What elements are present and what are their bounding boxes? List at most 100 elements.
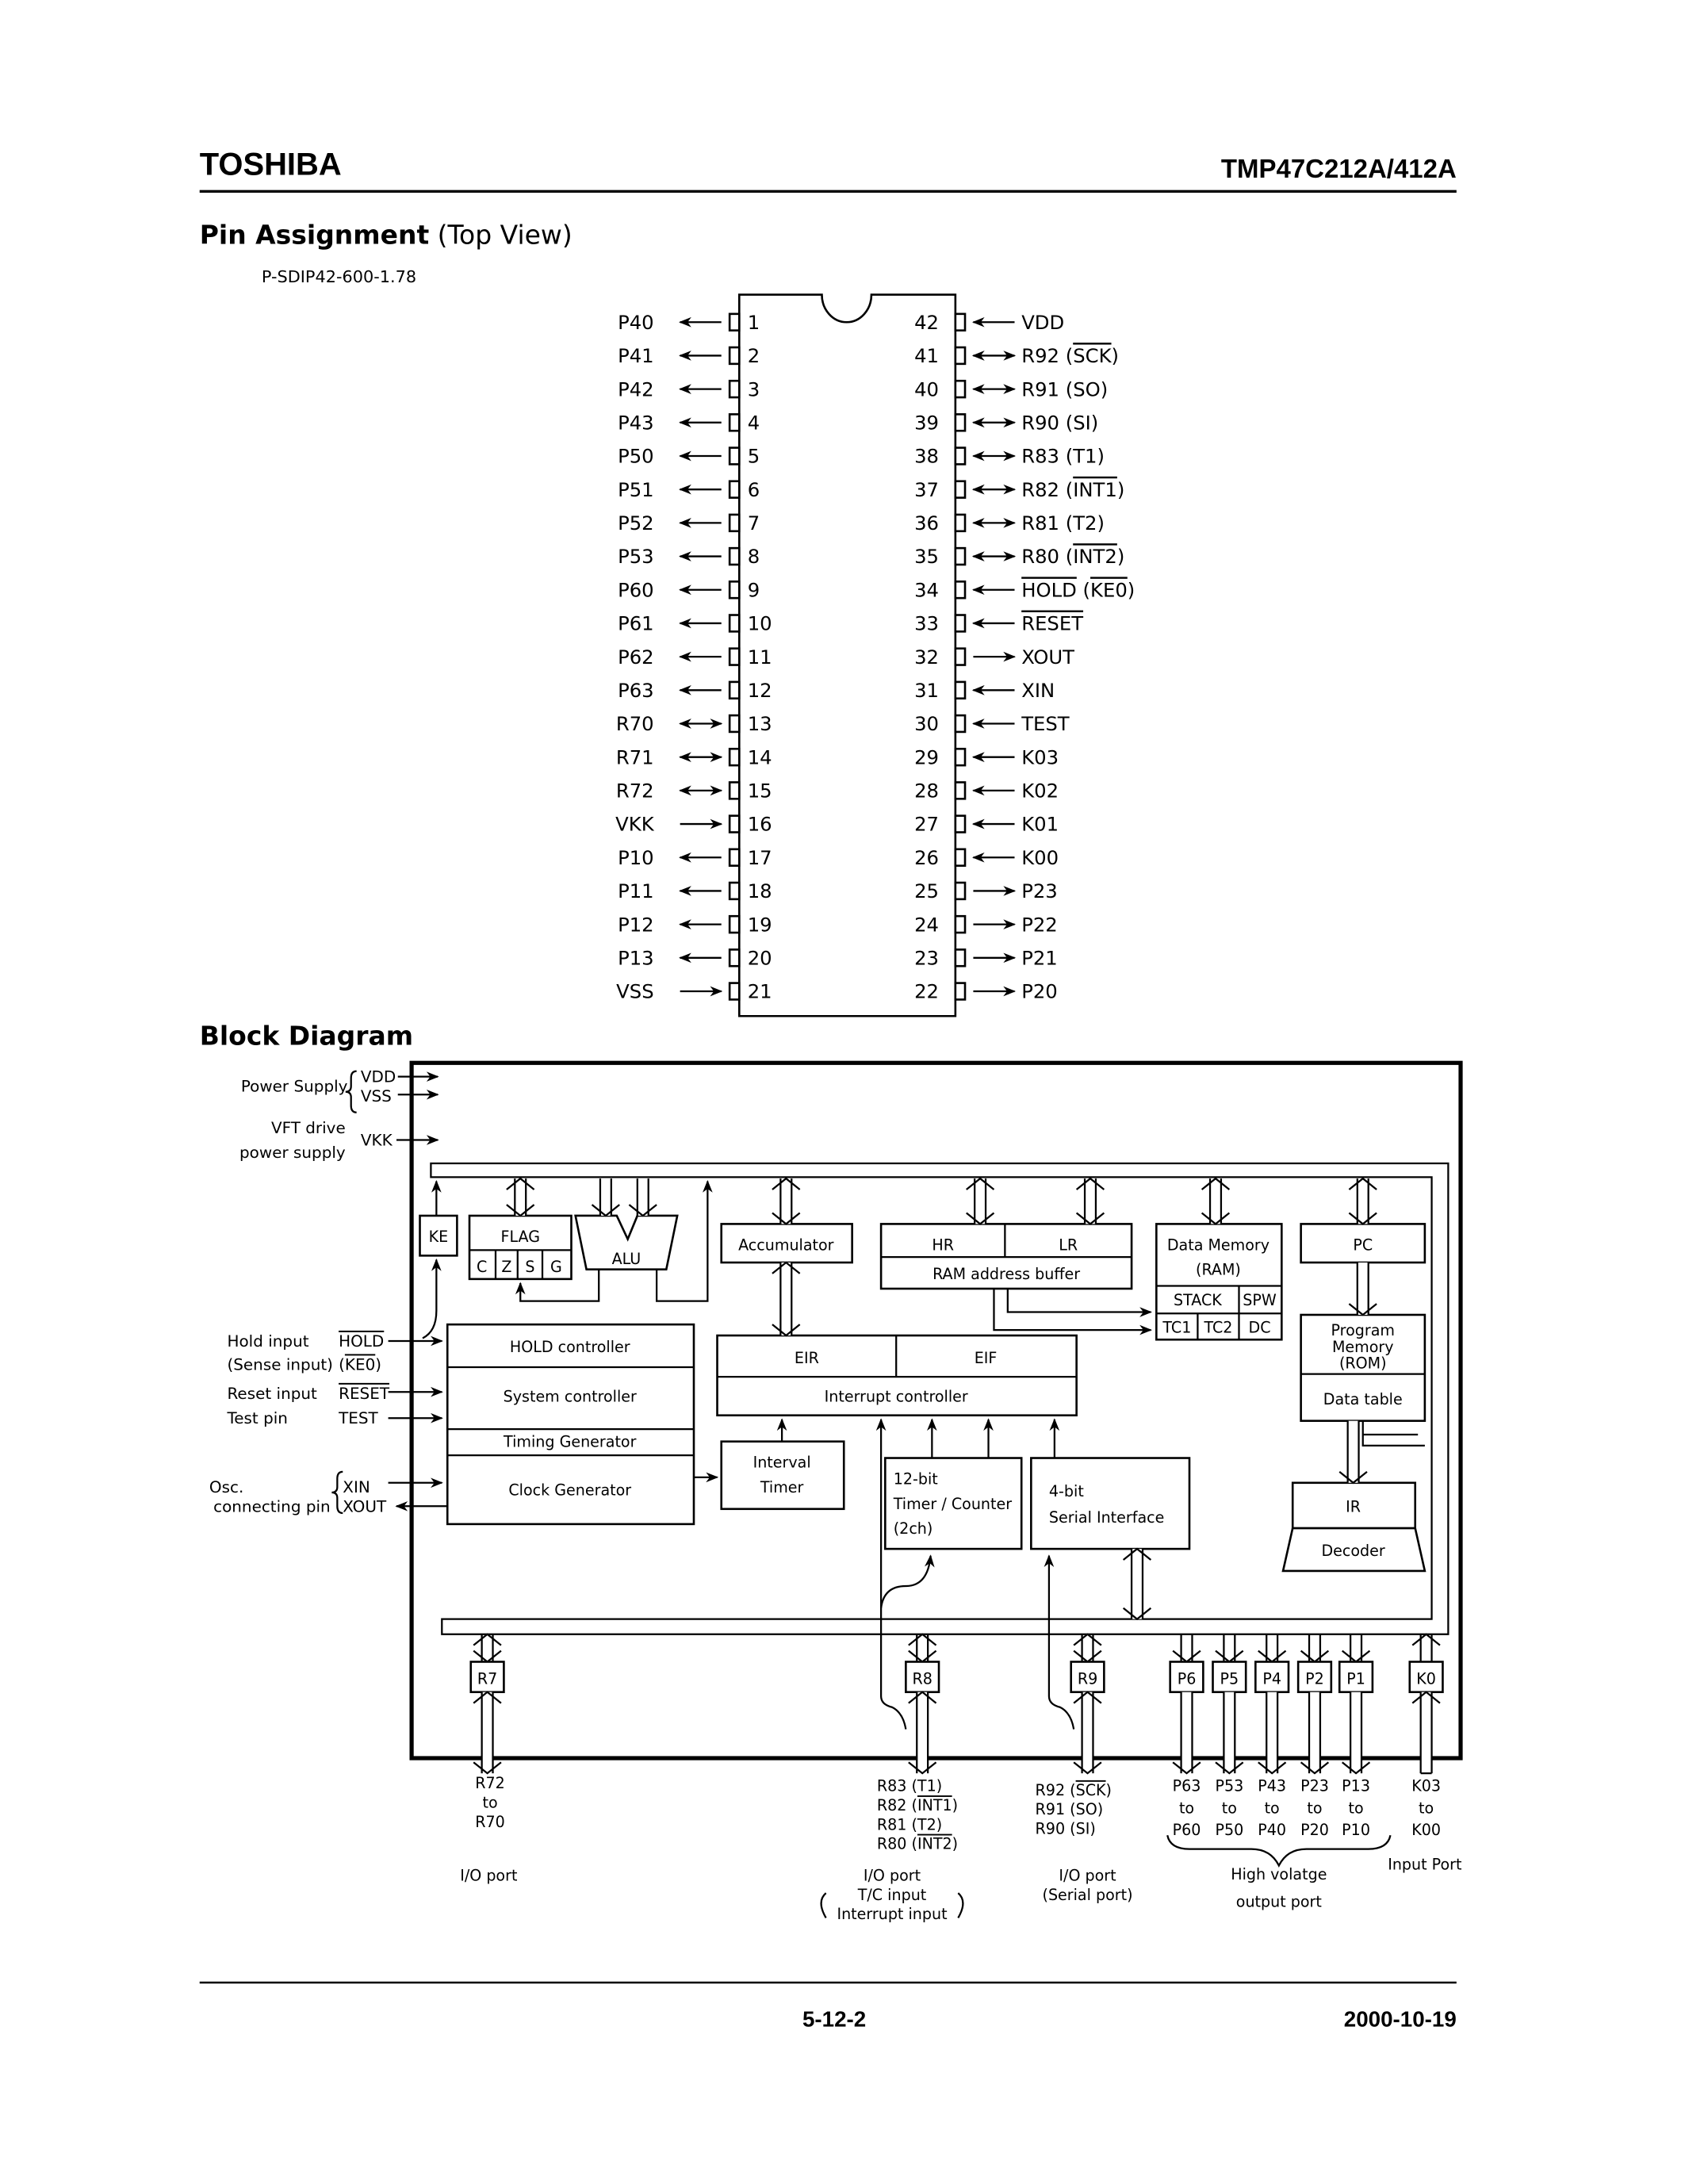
p1-range-label: P13 bbox=[1342, 1777, 1370, 1795]
footer-date: 2000-10-19 bbox=[1344, 2007, 1457, 2032]
alu-label: ALU bbox=[612, 1250, 641, 1268]
interrupt-controller-block: EIR EIF Interrupt controller bbox=[716, 1334, 1078, 1417]
brand-logo: TOSHIBA bbox=[200, 147, 342, 182]
pin-name: K02 bbox=[1021, 780, 1059, 803]
pin-3: 3 P42 bbox=[618, 377, 760, 400]
pin-number: 13 bbox=[748, 712, 772, 735]
r7-desc-label: I/O port bbox=[460, 1867, 518, 1885]
data-memory-label: Data Memory bbox=[1167, 1236, 1269, 1254]
pin-number: 34 bbox=[914, 578, 939, 601]
decoder-label: Decoder bbox=[1321, 1542, 1384, 1560]
r8-desc-label: I/O port bbox=[864, 1867, 921, 1885]
p5-range-label: to bbox=[1222, 1799, 1237, 1817]
flag-bit-s: S bbox=[525, 1258, 534, 1276]
lr-label: LR bbox=[1059, 1236, 1078, 1254]
pin-name: P22 bbox=[1021, 913, 1058, 936]
vkk-label: VKK bbox=[361, 1130, 393, 1149]
pin-number: 7 bbox=[748, 512, 760, 535]
pin-name: K00 bbox=[1021, 846, 1059, 869]
dc-label: DC bbox=[1249, 1319, 1271, 1337]
pin-name: P13 bbox=[618, 946, 654, 969]
p2-range-label: P20 bbox=[1300, 1821, 1329, 1839]
r8-branch-line bbox=[879, 1619, 907, 1730]
p1-range-label: P10 bbox=[1342, 1821, 1370, 1839]
program-label: Program bbox=[1331, 1321, 1395, 1339]
pin-pad bbox=[954, 680, 967, 700]
pin-24: 24 P22 bbox=[914, 913, 1058, 936]
pin-number: 27 bbox=[914, 813, 939, 836]
pin-number: 38 bbox=[914, 445, 939, 468]
pin-8: 8 P53 bbox=[618, 545, 760, 568]
pin-name: R83 (T1) bbox=[1021, 445, 1105, 468]
pin-17: 17 P10 bbox=[618, 846, 772, 869]
package-name: P-SDIP42-600-1.78 bbox=[262, 267, 416, 286]
pin-pad bbox=[954, 747, 967, 767]
controller-block: HOLD controller System controller Timing… bbox=[446, 1323, 695, 1526]
pin-pad bbox=[728, 781, 741, 800]
pin-23: 23 P21 bbox=[914, 946, 1058, 969]
pin-13: 13 R70 bbox=[616, 712, 772, 735]
r8-pin-label: R81 (T2) bbox=[877, 1815, 942, 1833]
left-pins: 1 P40 2 P41 3 P42 4 P43 5 P50 6 P51 7 P52 8 P53 9 P60 10 P6… bbox=[615, 311, 772, 1003]
timer-12bit-label: 12-bit bbox=[894, 1470, 939, 1489]
p6-range-label: P60 bbox=[1173, 1821, 1201, 1839]
r8-pin-label: R80 (INT2) bbox=[877, 1835, 958, 1853]
pin-number: 41 bbox=[914, 344, 939, 367]
ram-address-buffer-label: RAM address buffer bbox=[932, 1265, 1080, 1283]
page-number: 5-12-2 bbox=[802, 2007, 866, 2032]
pin-number: 28 bbox=[914, 780, 939, 803]
pin-pad bbox=[728, 546, 741, 566]
pin-number: 36 bbox=[914, 512, 939, 535]
pin-name: P21 bbox=[1021, 946, 1058, 969]
pin-1: 1 P40 bbox=[618, 311, 760, 334]
block-diagram-title: Block Diagram bbox=[200, 1021, 413, 1052]
pin-number: 29 bbox=[914, 745, 939, 768]
pin-number: 20 bbox=[748, 946, 772, 969]
port-r7: R7 bbox=[469, 1633, 505, 1775]
acc-int-arrow-icon bbox=[772, 1261, 801, 1337]
pin-15: 15 R72 bbox=[616, 780, 772, 803]
p5-range-label: P53 bbox=[1215, 1777, 1243, 1795]
pin-pad bbox=[728, 848, 741, 867]
pin-11: 11 P62 bbox=[618, 646, 772, 669]
pin-pad bbox=[954, 580, 967, 600]
timer-2ch-label: (2ch) bbox=[894, 1519, 933, 1538]
pin-number: 32 bbox=[914, 646, 939, 669]
p4-range-label: P43 bbox=[1258, 1777, 1286, 1795]
pin-18: 18 P11 bbox=[618, 879, 772, 902]
pin-4: 4 P43 bbox=[618, 411, 760, 434]
pin-21: 21 VSS bbox=[616, 980, 772, 1003]
pin-name: R91 (SO) bbox=[1021, 377, 1108, 400]
pin-name: P53 bbox=[618, 545, 654, 568]
port-label: P1 bbox=[1346, 1669, 1365, 1688]
pin-pad bbox=[728, 982, 741, 1001]
tc1-label: TC1 bbox=[1162, 1319, 1191, 1337]
port-k0: K0 bbox=[1408, 1633, 1444, 1775]
pin-number: 10 bbox=[748, 612, 772, 635]
port-p5: P5 bbox=[1212, 1634, 1247, 1775]
p6-range-label: P63 bbox=[1173, 1777, 1201, 1795]
pin-name: P23 bbox=[1021, 879, 1058, 902]
accumulator-label: Accumulator bbox=[738, 1236, 834, 1254]
pin-number: 12 bbox=[748, 679, 772, 702]
pin-pad bbox=[954, 647, 967, 666]
xin-label: XIN bbox=[343, 1477, 370, 1496]
pin-2: 2 P41 bbox=[618, 344, 760, 367]
pin-name: P12 bbox=[618, 913, 654, 936]
pin-number: 19 bbox=[748, 913, 772, 936]
interval-label: Interval bbox=[753, 1454, 811, 1472]
pin-number: 18 bbox=[748, 879, 772, 902]
pin-number: 17 bbox=[748, 846, 772, 869]
ram-addr-line-icon bbox=[1006, 1289, 1152, 1317]
pc-label: PC bbox=[1353, 1236, 1373, 1254]
paren-left-icon bbox=[820, 1892, 827, 1918]
osc-brace-icon bbox=[331, 1470, 343, 1515]
pin-name: R82 (INT1) bbox=[1021, 478, 1124, 501]
pin-31: 31 XIN bbox=[914, 679, 1055, 702]
ir-decoder-block: IR Decoder bbox=[1281, 1481, 1427, 1573]
pin-pad bbox=[728, 881, 741, 901]
serial-interface-label: Serial Interface bbox=[1049, 1508, 1164, 1527]
pin-number: 33 bbox=[914, 612, 939, 635]
pin-number: 23 bbox=[914, 946, 939, 969]
pin-name: K03 bbox=[1021, 745, 1059, 768]
